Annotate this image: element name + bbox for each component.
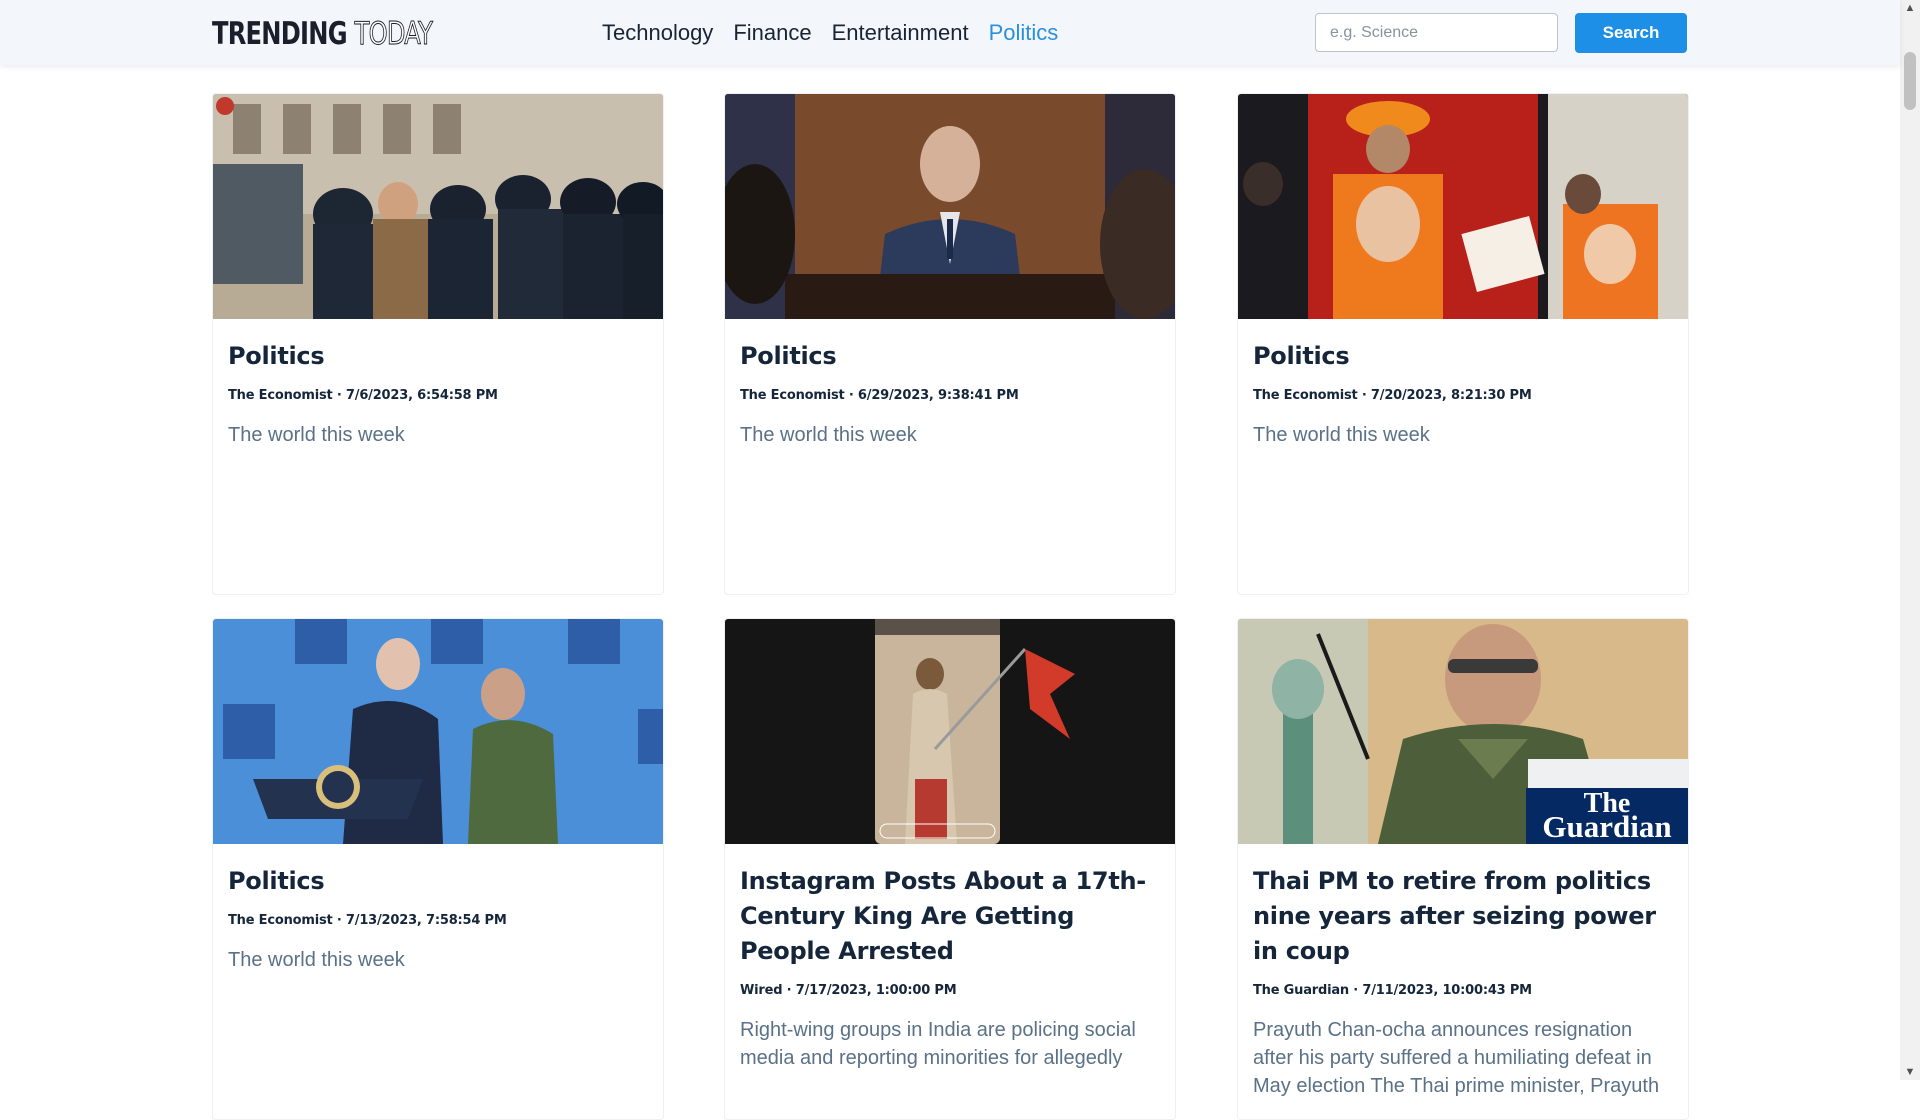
- card-source: The Economist: [740, 388, 845, 403]
- card-source: The Economist: [228, 388, 333, 403]
- site-logo[interactable]: TRENDING TODAY: [212, 12, 433, 53]
- card-meta: The Economist · 6/29/2023, 9:38:41 PM: [740, 388, 1019, 403]
- news-card[interactable]: Politics The Economist · 7/6/2023, 6:54:…: [212, 93, 664, 595]
- news-card[interactable]: Politics The Economist · 7/13/2023, 7:58…: [212, 618, 664, 1120]
- nav-item-finance[interactable]: Finance: [733, 18, 811, 48]
- card-description: Right-wing groups in India are policing …: [740, 1019, 1136, 1069]
- nav-item-politics[interactable]: Politics: [989, 18, 1059, 48]
- card-title[interactable]: Politics: [1253, 339, 1673, 374]
- card-body: Politics The Economist · 7/20/2023, 8:21…: [1253, 339, 1673, 449]
- card-body: Politics The Economist · 7/13/2023, 7:58…: [228, 864, 648, 974]
- page-scrollbar[interactable]: ▲ ▼: [1900, 0, 1920, 1080]
- search-button[interactable]: Search: [1575, 13, 1687, 53]
- card-date: 7/17/2023, 1:00:00 PM: [795, 983, 957, 998]
- card-title[interactable]: Politics: [228, 339, 648, 374]
- top-navbar: TRENDING TODAY Technology Finance Entert…: [0, 0, 1900, 65]
- card-description: The world this week: [228, 424, 405, 446]
- guardian-logo-line2: Guardian: [1542, 809, 1672, 844]
- scroll-down-arrow-icon[interactable]: ▼: [1900, 1064, 1920, 1080]
- news-thumbnail-instagram-king[interactable]: [725, 619, 1175, 844]
- news-card[interactable]: Politics The Economist · 6/29/2023, 9:38…: [724, 93, 1176, 595]
- search-input[interactable]: [1315, 13, 1558, 52]
- card-description: Prayuth Chan-ocha announces resignation …: [1253, 1019, 1660, 1097]
- scrollbar-thumb[interactable]: [1904, 52, 1916, 110]
- card-body: Instagram Posts About a 17th-Century Kin…: [740, 864, 1160, 1072]
- card-title[interactable]: Thai PM to retire from politics nine yea…: [1253, 864, 1673, 969]
- card-date: 7/13/2023, 7:58:54 PM: [345, 913, 507, 928]
- card-meta: The Economist · 7/20/2023, 8:21:30 PM: [1253, 388, 1532, 403]
- card-body: Politics The Economist · 7/6/2023, 6:54:…: [228, 339, 648, 449]
- card-body: Thai PM to retire from politics nine yea…: [1253, 864, 1673, 1100]
- card-title[interactable]: Politics: [740, 339, 1160, 374]
- category-nav: Technology Finance Entertainment Politic…: [602, 18, 1078, 48]
- news-thumbnail-riot-police[interactable]: [213, 94, 663, 319]
- card-source: The Economist: [1253, 388, 1358, 403]
- card-title[interactable]: Politics: [228, 864, 648, 899]
- logo-text-trending: TRENDING: [212, 16, 348, 52]
- logo-text-today: TODAY: [354, 16, 433, 53]
- card-meta: The Guardian · 7/11/2023, 10:00:43 PM: [1253, 983, 1532, 998]
- card-date: 6/29/2023, 9:38:41 PM: [857, 388, 1019, 403]
- card-meta: The Economist · 7/6/2023, 6:54:58 PM: [228, 388, 498, 403]
- news-card[interactable]: The Guardian Thai PM to retire from poli…: [1237, 618, 1689, 1120]
- card-description: The world this week: [740, 424, 917, 446]
- nav-item-technology[interactable]: Technology: [602, 18, 713, 48]
- news-thumbnail-summit-handshake[interactable]: [213, 619, 663, 844]
- card-meta: Wired · 7/17/2023, 1:00:00 PM: [740, 983, 957, 998]
- card-source: Wired: [740, 983, 783, 998]
- scroll-up-arrow-icon[interactable]: ▲: [1900, 0, 1920, 16]
- card-source: The Economist: [228, 913, 333, 928]
- card-body: Politics The Economist · 6/29/2023, 9:38…: [740, 339, 1160, 449]
- nav-item-entertainment[interactable]: Entertainment: [832, 18, 969, 48]
- card-date: 7/6/2023, 6:54:58 PM: [345, 388, 498, 403]
- card-source: The Guardian: [1253, 983, 1349, 998]
- card-description: The world this week: [1253, 424, 1430, 446]
- news-thumbnail-protest-posters[interactable]: [1238, 94, 1688, 319]
- news-thumbnail-thai-pm[interactable]: The Guardian: [1238, 619, 1688, 844]
- card-meta: The Economist · 7/13/2023, 7:58:54 PM: [228, 913, 507, 928]
- news-card[interactable]: Instagram Posts About a 17th-Century Kin…: [724, 618, 1176, 1120]
- guardian-logo: The Guardian: [1526, 788, 1688, 844]
- card-description: The world this week: [228, 949, 405, 971]
- card-title[interactable]: Instagram Posts About a 17th-Century Kin…: [740, 864, 1160, 969]
- card-date: 7/11/2023, 10:00:43 PM: [1362, 983, 1532, 998]
- card-date: 7/20/2023, 8:21:30 PM: [1370, 388, 1532, 403]
- news-thumbnail-televised-address[interactable]: [725, 94, 1175, 319]
- news-card[interactable]: Politics The Economist · 7/20/2023, 8:21…: [1237, 93, 1689, 595]
